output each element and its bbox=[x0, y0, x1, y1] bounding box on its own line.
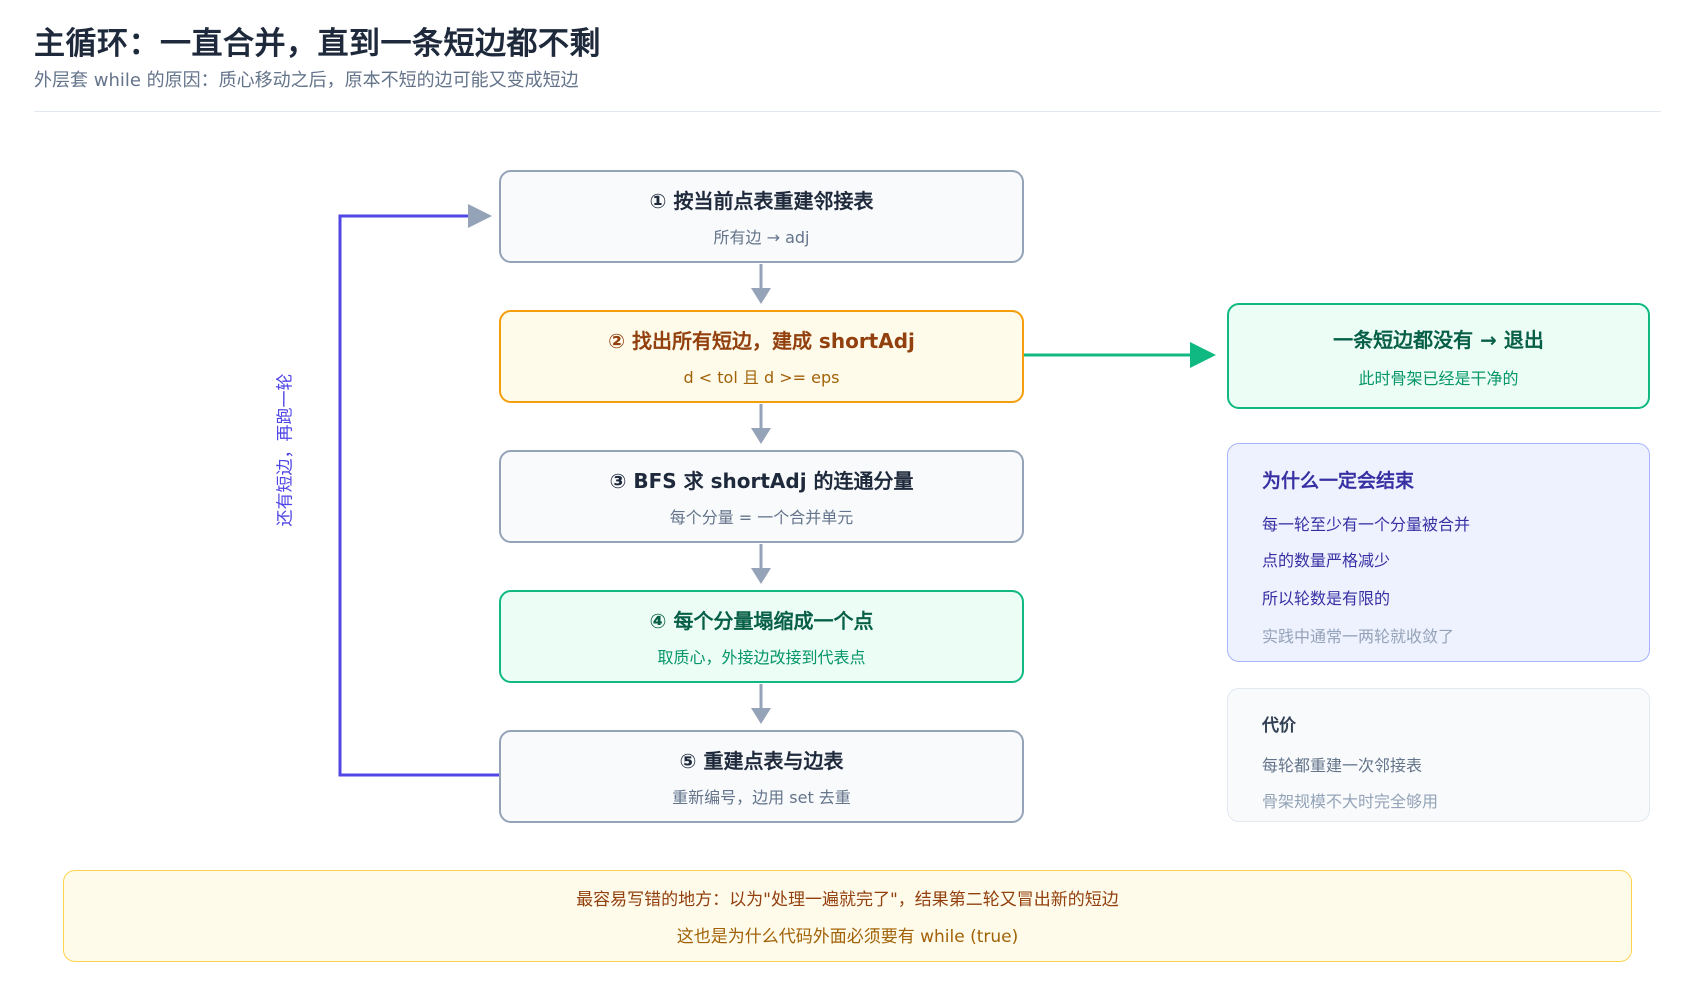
step-rebuild-tables: ⑤ 重建点表与边表 重新编号，边用 set 去重 bbox=[499, 730, 1024, 823]
cost-line: 骨架规模不大时完全够用 bbox=[1262, 792, 1439, 811]
cost-title: 代价 bbox=[1262, 716, 1296, 736]
why-line: 每一轮至少有一个分量被合并 bbox=[1262, 515, 1471, 534]
cost-panel: 代价 每轮都重建一次邻接表 骨架规模不大时完全够用 bbox=[1227, 688, 1650, 822]
step-title: ① 按当前点表重建邻接表 bbox=[649, 189, 874, 213]
step-rebuild-adjacency: ① 按当前点表重建邻接表 所有边 → adj bbox=[499, 170, 1024, 263]
step-title: ② 找出所有短边，建成 shortAdj bbox=[608, 329, 915, 353]
step-title: ③ BFS 求 shortAdj 的连通分量 bbox=[609, 469, 914, 493]
flow-arrow-2-3 bbox=[751, 404, 771, 444]
flow-arrow-4-5 bbox=[751, 684, 771, 724]
step-title: ⑤ 重建点表与边表 bbox=[679, 749, 844, 773]
loop-label-text: 还有短边，再跑一轮 bbox=[275, 373, 296, 527]
loop-back-arrow bbox=[338, 204, 499, 777]
cost-line: 每轮都重建一次邻接表 bbox=[1262, 756, 1423, 775]
note-line-1: 最容易写错的地方：以为"处理一遍就完了"，结果第二轮又冒出新的短边 bbox=[576, 890, 1119, 910]
why-line: 实践中通常一两轮就收敛了 bbox=[1262, 627, 1455, 646]
flow-arrow-1-2 bbox=[751, 264, 771, 304]
exit-box: 一条短边都没有 → 退出 此时骨架已经是干净的 bbox=[1227, 303, 1650, 409]
flow-arrow-3-4 bbox=[751, 544, 771, 584]
step-find-short-edges: ② 找出所有短边，建成 shortAdj d < tol 且 d >= eps bbox=[499, 310, 1024, 403]
exit-arrow bbox=[1024, 342, 1216, 368]
step-subtitle: 取质心，外接边改接到代表点 bbox=[657, 648, 866, 667]
step-subtitle: 所有边 → adj bbox=[713, 228, 810, 247]
exit-title: 一条短边都没有 → 退出 bbox=[1333, 327, 1544, 352]
step-subtitle: 重新编号，边用 set 去重 bbox=[672, 788, 851, 807]
step-bfs-components: ③ BFS 求 shortAdj 的连通分量 每个分量 = 一个合并单元 bbox=[499, 450, 1024, 543]
why-line: 所以轮数是有限的 bbox=[1262, 589, 1391, 608]
step-subtitle: 每个分量 = 一个合并单元 bbox=[669, 508, 854, 527]
warning-note: 最容易写错的地方：以为"处理一遍就完了"，结果第二轮又冒出新的短边 这也是为什么… bbox=[63, 870, 1632, 962]
step-title: ④ 每个分量塌缩成一个点 bbox=[649, 609, 874, 633]
why-terminates-panel: 为什么一定会结束 每一轮至少有一个分量被合并 点的数量严格减少 所以轮数是有限的… bbox=[1227, 443, 1650, 662]
why-title: 为什么一定会结束 bbox=[1262, 470, 1415, 492]
why-line: 点的数量严格减少 bbox=[1262, 551, 1391, 570]
exit-subtitle: 此时骨架已经是干净的 bbox=[1358, 368, 1519, 388]
step-collapse-components: ④ 每个分量塌缩成一个点 取质心，外接边改接到代表点 bbox=[499, 590, 1024, 683]
note-line-2: 这也是为什么代码外面必须要有 while (true) bbox=[676, 927, 1019, 947]
page: 主循环：一直合并，直到一条短边都不剩 外层套 while 的原因：质心移动之后，… bbox=[0, 0, 1692, 984]
step-subtitle: d < tol 且 d >= eps bbox=[683, 368, 840, 387]
